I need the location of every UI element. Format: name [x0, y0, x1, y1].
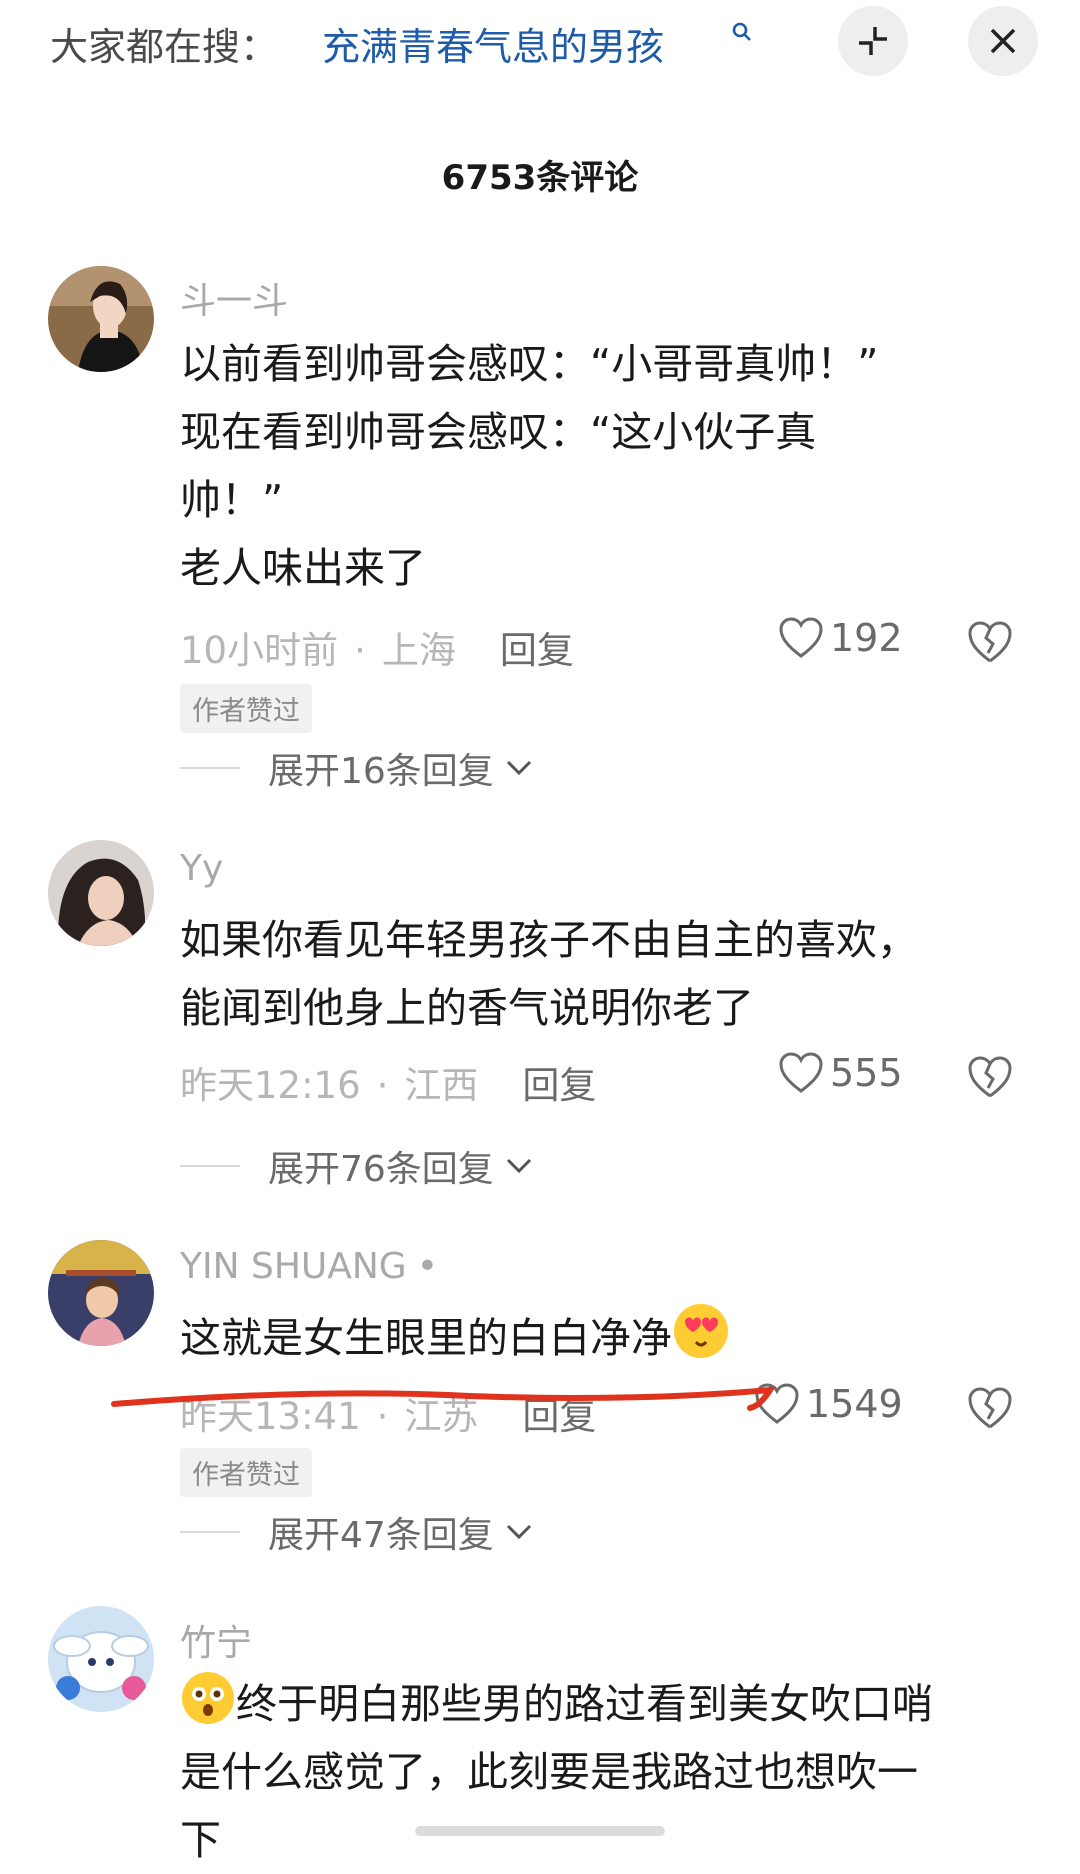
trending-search-link[interactable]: 充满青春气息的男孩 [322, 16, 664, 71]
like-count: 555 [830, 1051, 903, 1095]
reply-button[interactable]: 回复 [500, 629, 574, 672]
avatar[interactable] [48, 1606, 154, 1712]
reply-button[interactable]: 回复 [522, 1064, 596, 1107]
like-count: 192 [830, 616, 903, 660]
top-search-bar: 大家都在搜： 充满青春气息的男孩 [0, 0, 1080, 80]
heart-icon [779, 617, 823, 658]
chevron-down-icon [506, 1524, 531, 1540]
avatar[interactable] [48, 1240, 154, 1346]
separator-dot: • [416, 1246, 438, 1287]
comment-count-title: 6753条评论 [441, 158, 639, 198]
avatar[interactable] [48, 840, 154, 946]
broken-heart-icon[interactable] [966, 1055, 1014, 1099]
comment-text: 以前看到帅哥会感叹：“小哥哥真帅！” 现在看到帅哥会感叹：“这小伙子真 帅！” … [180, 340, 879, 592]
heart-icon [779, 1052, 823, 1093]
home-indicator[interactable] [415, 1826, 665, 1836]
trending-label: 大家都在搜： [50, 25, 279, 69]
author-liked-badge: 作者赞过 [180, 1448, 312, 1497]
flushed-emoji-icon [182, 1672, 234, 1724]
expand-replies-button[interactable]: 展开76条回复 [180, 1140, 534, 1192]
collapse-icon [859, 27, 887, 55]
like-button[interactable]: 192 [778, 616, 903, 660]
chevron-down-icon [506, 760, 531, 776]
close-icon [990, 28, 1016, 54]
comment-meta: 昨天12:16 · 江西 回复 [180, 1064, 597, 1107]
comment-username[interactable]: 斗一斗 [180, 272, 288, 324]
broken-heart-icon[interactable] [966, 1386, 1014, 1430]
comment-text: 如果你看见年轻男孩子不由自主的喜欢， 能闻到他身上的香气说明你老了 [180, 916, 918, 1032]
like-count: 1549 [806, 1382, 903, 1426]
comment-text: 终于明白那些男的路过看到美女吹口哨 是什么感觉了，此刻要是我路过也想吹一 下 [180, 1670, 1020, 1874]
comment-text: 这就是女生眼里的白白净净 [180, 1302, 1020, 1372]
expand-replies-button[interactable]: 展开16条回复 [180, 742, 534, 794]
like-button[interactable]: 555 [778, 1051, 903, 1095]
divider-line [180, 767, 240, 769]
avatar[interactable] [48, 266, 154, 372]
red-underline-annotation [111, 1386, 776, 1411]
search-icon[interactable] [730, 20, 754, 44]
broken-heart-icon[interactable] [966, 620, 1014, 664]
comment-username[interactable]: YIN SHUANG • [180, 1246, 438, 1287]
comment-location: 上海 [381, 629, 456, 672]
comment-username[interactable]: Yy [180, 848, 223, 889]
expand-replies-button[interactable]: 展开47条回复 [180, 1506, 534, 1558]
chevron-down-icon [506, 1158, 531, 1174]
close-button[interactable] [968, 6, 1038, 76]
author-liked-badge: 作者赞过 [180, 684, 312, 733]
collapse-button[interactable] [838, 6, 908, 76]
comment-username[interactable]: 竹宁 [180, 1614, 252, 1666]
divider-line [180, 1531, 240, 1533]
comment-meta: 10小时前 · 上海 回复 [180, 629, 574, 672]
comment-location: 江西 [404, 1064, 479, 1107]
comment-time: 10小时前 [180, 629, 339, 672]
comment-time: 昨天12:16 [180, 1064, 361, 1107]
heart-eyes-emoji-icon [674, 1304, 728, 1358]
divider-line [180, 1165, 240, 1167]
